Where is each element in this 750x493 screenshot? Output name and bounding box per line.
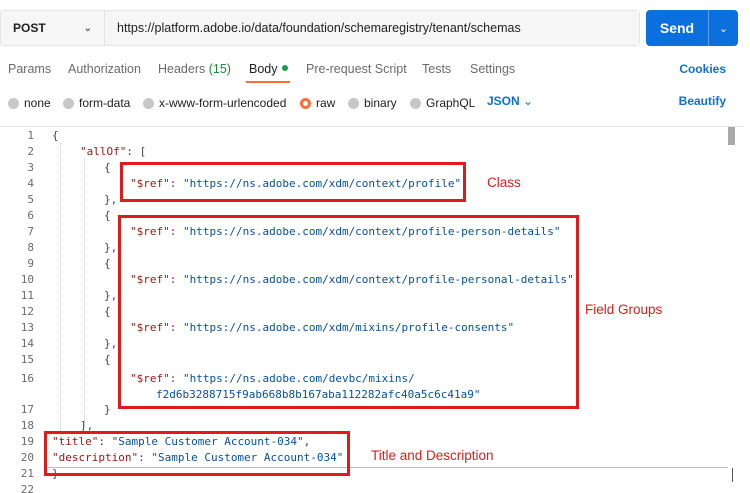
indent-guide xyxy=(60,143,61,443)
radio-icon xyxy=(410,97,421,109)
code-brace-open: { xyxy=(52,129,59,142)
radio-form-data[interactable]: form-data xyxy=(63,94,130,112)
radio-none-label: none xyxy=(24,96,51,110)
active-tab-underline xyxy=(246,81,290,83)
line-number: 4 xyxy=(27,177,34,190)
indent-guide xyxy=(84,159,85,427)
code-obj-close: }, xyxy=(104,337,118,350)
line-number: 16 xyxy=(20,372,34,385)
code-obj-open: { xyxy=(104,209,111,222)
line-number: 18 xyxy=(20,419,34,432)
line-number: 15 xyxy=(20,353,34,366)
radio-graphql-label: GraphQL xyxy=(426,96,476,110)
line-number: 7 xyxy=(27,225,34,238)
headers-count: (15) xyxy=(208,62,231,76)
annotation-label-field-groups: Field Groups xyxy=(585,302,663,317)
line-number: 8 xyxy=(27,241,34,254)
line-number: 5 xyxy=(27,193,34,206)
line-number: 17 xyxy=(20,403,34,416)
line-number: 19 xyxy=(20,435,34,448)
chevron-down-icon: ⌄ xyxy=(523,94,534,108)
line-number: 10 xyxy=(20,273,34,286)
radio-urlencoded[interactable]: x-www-form-urlencoded xyxy=(143,94,286,112)
radio-none[interactable]: none xyxy=(8,94,51,112)
radio-icon xyxy=(8,97,19,109)
line-number: 21 xyxy=(20,467,34,480)
tab-settings[interactable]: Settings xyxy=(470,62,515,76)
line-number: 12 xyxy=(20,305,34,318)
body-modified-dot-icon xyxy=(281,65,288,71)
line-number: 14 xyxy=(20,337,34,350)
radio-icon xyxy=(63,97,74,109)
code-obj-open: { xyxy=(104,161,111,174)
editor-scrollbar[interactable] xyxy=(728,127,735,145)
line-number: 6 xyxy=(27,209,34,222)
radio-binary-label: binary xyxy=(364,96,397,110)
chevron-down-icon[interactable]: ⌄ xyxy=(709,22,738,35)
tab-authorization[interactable]: Authorization xyxy=(68,62,141,76)
tab-tests[interactable]: Tests xyxy=(422,62,451,76)
request-tabs: Params Authorization Headers (15) Body P… xyxy=(0,56,750,86)
json-key: "allOf" xyxy=(80,145,127,158)
annotation-label-class: Class xyxy=(487,175,521,190)
line-number: 22 xyxy=(20,483,34,493)
code-obj-close: }, xyxy=(104,241,118,254)
send-button[interactable]: Send ⌄ xyxy=(646,10,738,46)
tab-body[interactable]: Body xyxy=(249,62,288,76)
tab-headers-label: Headers xyxy=(158,62,206,76)
code-obj-close: }, xyxy=(104,289,118,302)
code-obj-close: } xyxy=(104,403,111,416)
line-number: 20 xyxy=(20,451,34,464)
language-select[interactable]: JSON ⌄ xyxy=(487,94,533,108)
code-line-allof: "allOf": [ xyxy=(80,145,146,158)
line-number: 9 xyxy=(27,257,34,270)
url-input[interactable]: https://platform.adobe.io/data/foundatio… xyxy=(105,11,639,45)
line-number: 13 xyxy=(20,321,34,334)
line-number: 11 xyxy=(20,289,34,302)
tab-body-label: Body xyxy=(249,62,278,76)
radio-urlencoded-label: x-www-form-urlencoded xyxy=(159,96,287,110)
send-label: Send xyxy=(659,20,695,36)
radio-binary[interactable]: binary xyxy=(348,94,397,112)
line-number: 2 xyxy=(27,145,34,158)
code-obj-close: }, xyxy=(104,193,118,206)
method-select[interactable]: POST ⌄ xyxy=(1,11,105,45)
radio-raw-label: raw xyxy=(316,96,336,110)
code-obj-open: { xyxy=(104,305,111,318)
request-bar: POST ⌄ https://platform.adobe.io/data/fo… xyxy=(0,10,640,46)
annotation-label-title-description: Title and Description xyxy=(371,448,494,463)
chevron-down-icon: ⌄ xyxy=(83,22,92,34)
annotation-box-class xyxy=(120,162,466,202)
code-obj-open: { xyxy=(104,353,111,366)
tab-headers[interactable]: Headers (15) xyxy=(158,62,231,76)
radio-icon xyxy=(348,97,359,109)
line-number: 3 xyxy=(27,161,34,174)
code-obj-open: { xyxy=(104,257,111,270)
annotation-box-field-groups xyxy=(118,215,579,409)
radio-graphql[interactable]: GraphQL xyxy=(410,94,475,112)
beautify-link[interactable]: Beautify xyxy=(679,94,726,108)
language-label: JSON xyxy=(487,94,520,108)
cookies-link[interactable]: Cookies xyxy=(679,62,726,76)
annotation-box-title-description xyxy=(44,431,350,476)
line-number-gutter: 1 2 3 4 5 6 7 8 9 10 11 12 13 14 15 16 1… xyxy=(0,127,40,493)
radio-form-data-label: form-data xyxy=(79,96,131,110)
radio-selected-icon xyxy=(300,97,311,109)
text-caret xyxy=(732,468,733,482)
json-punct: : [ xyxy=(126,145,147,158)
line-number: 1 xyxy=(27,129,34,142)
method-label: POST xyxy=(13,21,46,35)
tab-prerequest-script[interactable]: Pre-request Script xyxy=(306,62,407,76)
radio-icon xyxy=(143,97,154,109)
radio-raw[interactable]: raw xyxy=(300,94,335,112)
tab-params[interactable]: Params xyxy=(8,62,51,76)
